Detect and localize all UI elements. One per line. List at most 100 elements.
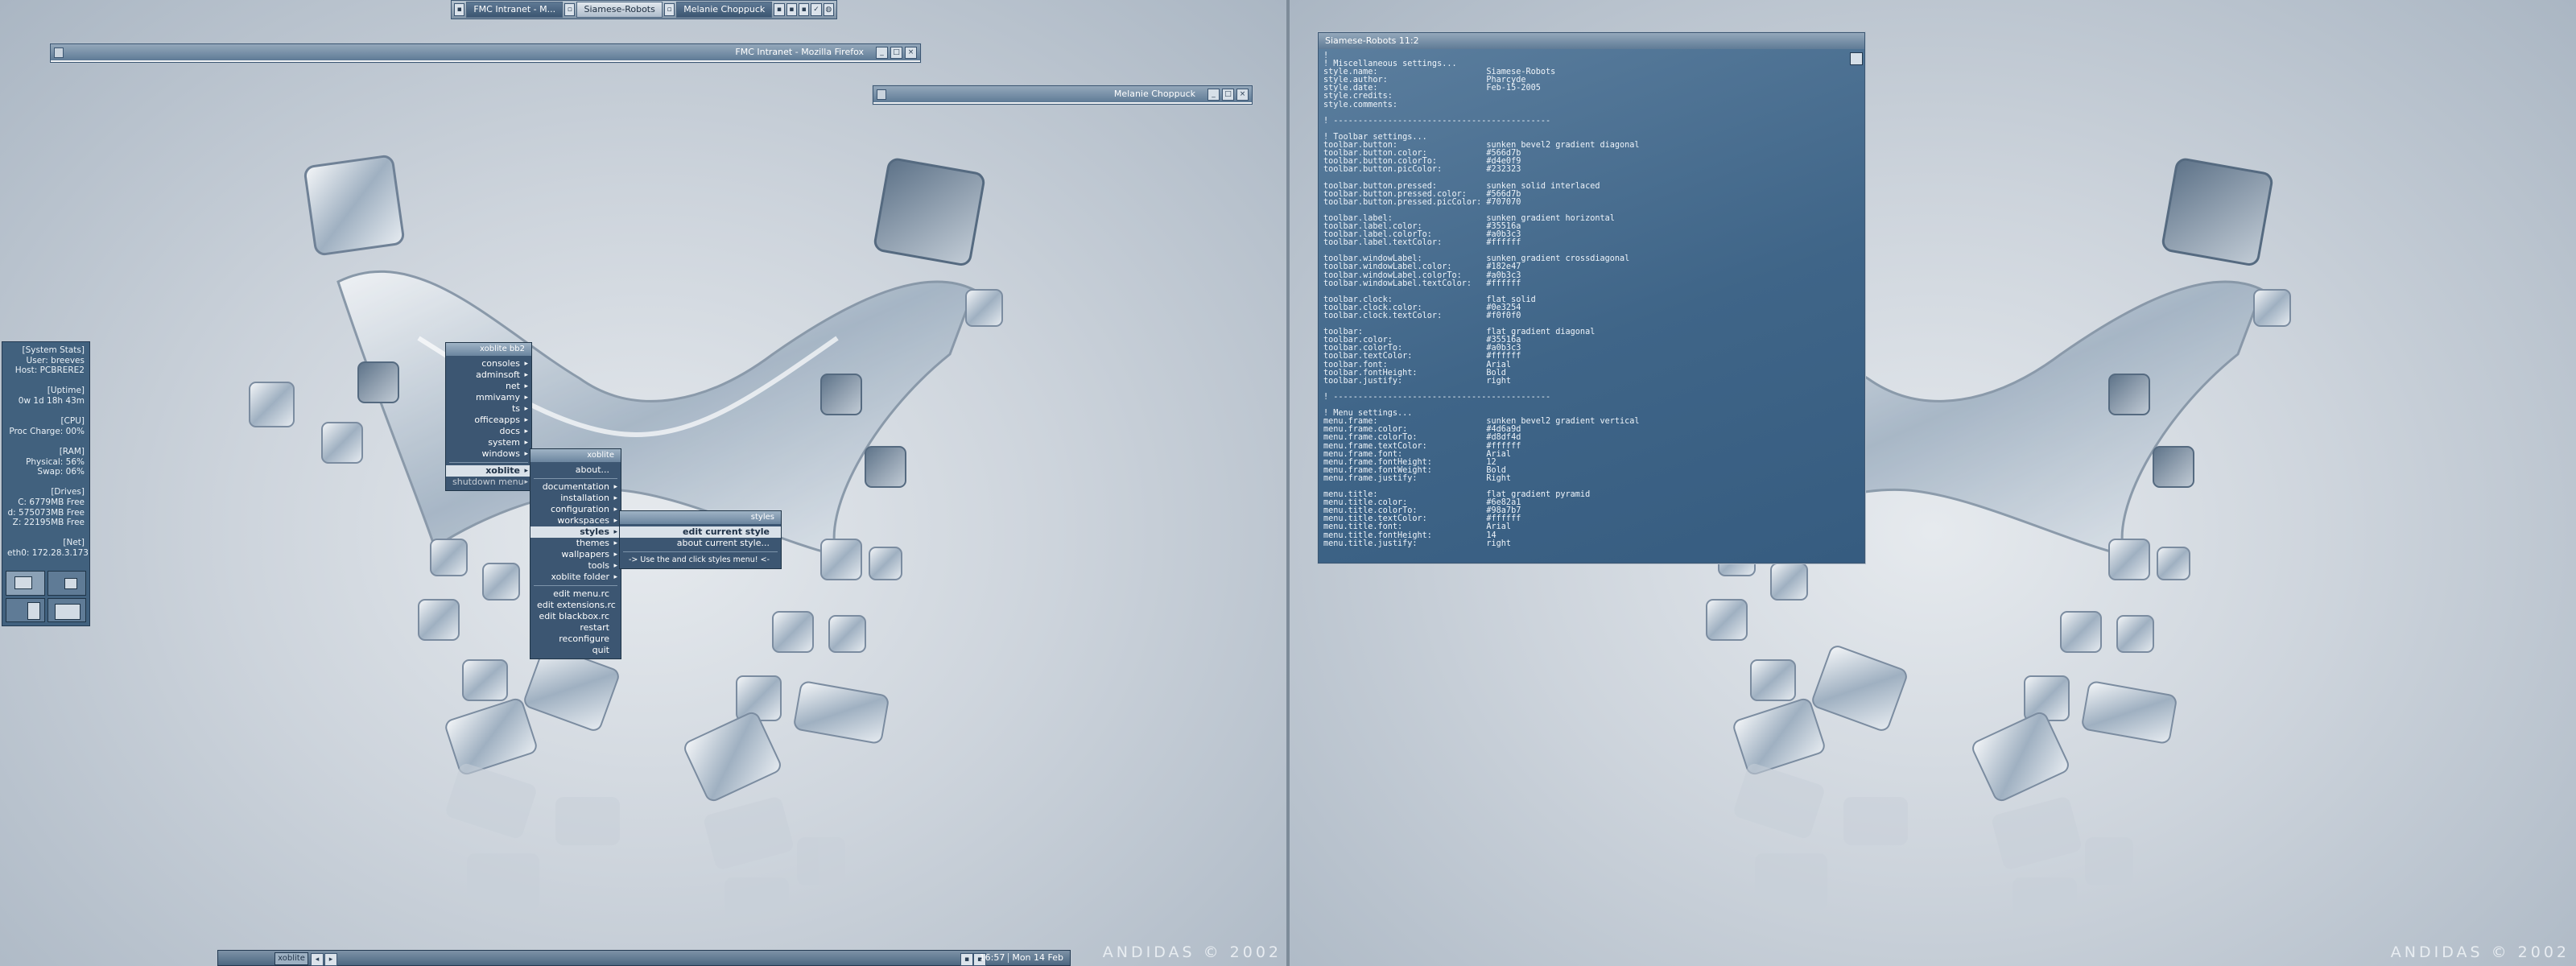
menu-item-officeapps[interactable]: officeapps bbox=[446, 415, 531, 426]
stats-line: C: 6779MB Free bbox=[18, 497, 85, 507]
taskbar-menu-icon[interactable]: ▪ bbox=[454, 3, 465, 16]
menu-item-documentation[interactable]: documentation bbox=[530, 481, 621, 493]
firefox-window[interactable]: FMC Intranet - Mozilla Firefox _ □ × bbox=[50, 43, 921, 63]
stats-line: User: breeves bbox=[26, 355, 85, 365]
bottom-toolbar[interactable]: xoblite ◂ ▸ ▪ ▪ 16:57 Mon 14 Feb bbox=[217, 950, 1071, 966]
menu-item-edit-menu[interactable]: edit menu.rc bbox=[530, 588, 621, 600]
menu-item-quit[interactable]: quit bbox=[530, 645, 621, 656]
menu-item-edit-current-style[interactable]: edit current style bbox=[620, 526, 781, 538]
left-desktop[interactable]: FMC Intranet - Mozilla Firefox _ □ × Mel… bbox=[0, 0, 1288, 966]
melanie-titlebar[interactable]: Melanie Choppuck _ □ × bbox=[873, 86, 1252, 102]
monitor-divider bbox=[1286, 0, 1290, 966]
menu-item-ts[interactable]: ts bbox=[446, 403, 531, 415]
maximize-icon[interactable]: □ bbox=[1222, 89, 1234, 101]
menu-item-wallpapers[interactable]: wallpapers bbox=[530, 549, 621, 560]
next-workspace-icon[interactable]: ▸ bbox=[324, 953, 337, 966]
tray-icon-2[interactable]: ▪ bbox=[786, 3, 797, 16]
terminal-window-title: Siamese-Robots 11:2 bbox=[1325, 35, 1419, 46]
window-menu-icon[interactable] bbox=[54, 47, 64, 58]
terminal-window[interactable]: Siamese-Robots 11:2 ! ! Miscellaneous se… bbox=[1318, 32, 1865, 564]
maximize-icon[interactable]: □ bbox=[890, 47, 902, 59]
root-menu-title: xoblite bb2 bbox=[446, 343, 531, 356]
workspace-label[interactable]: xoblite bbox=[275, 952, 308, 965]
stats-line: [CPU] bbox=[60, 416, 85, 427]
stats-line: [Net] bbox=[63, 538, 85, 548]
terminal-text[interactable]: ! ! Miscellaneous settings... style.name… bbox=[1319, 49, 1864, 551]
menu-item-shutdown[interactable]: shutdown menu bbox=[446, 477, 531, 488]
root-menu[interactable]: xoblite bb2 consoles adminsoft net mmiva… bbox=[445, 342, 532, 491]
menu-item-mmivamy[interactable]: mmivamy bbox=[446, 392, 531, 403]
menu-item-net[interactable]: net bbox=[446, 381, 531, 392]
terminal-body[interactable]: ! ! Miscellaneous settings... style.name… bbox=[1319, 49, 1864, 563]
close-icon[interactable]: × bbox=[905, 47, 917, 59]
menu-item-workspaces[interactable]: workspaces bbox=[530, 515, 621, 526]
menu-item-xoblite-folder[interactable]: xoblite folder bbox=[530, 572, 621, 583]
minimize-icon[interactable]: _ bbox=[876, 47, 888, 59]
menu-separator bbox=[534, 585, 617, 586]
menu-item-about[interactable]: about... bbox=[530, 464, 621, 476]
menu-item-themes[interactable]: themes bbox=[530, 538, 621, 549]
menu-item-docs[interactable]: docs bbox=[446, 426, 531, 437]
firefox-window-title: FMC Intranet - Mozilla Firefox bbox=[735, 47, 864, 57]
stats-line: Swap: 06% bbox=[37, 467, 85, 477]
tray-icon-3[interactable]: ▪ bbox=[798, 3, 810, 16]
styles-menu-title: styles bbox=[620, 511, 781, 524]
clock-date: Mon 14 Feb bbox=[1012, 952, 1063, 963]
xoblite-menu[interactable]: xoblite about... documentation installat… bbox=[530, 448, 621, 659]
tray-icon-4[interactable]: ✓ bbox=[811, 3, 822, 16]
stats-line bbox=[2, 528, 89, 539]
prev-workspace-icon[interactable]: ◂ bbox=[311, 953, 324, 966]
menu-separator bbox=[623, 551, 778, 552]
menu-item-restart[interactable]: restart bbox=[530, 622, 621, 634]
task-siamese-robots[interactable]: Siamese-Robots bbox=[576, 2, 663, 18]
task-melanie[interactable]: Melanie Choppuck bbox=[676, 2, 773, 18]
workspace-1[interactable] bbox=[6, 571, 45, 596]
stats-line: Proc Charge: 00% bbox=[9, 426, 85, 436]
menu-item-installation[interactable]: installation bbox=[530, 493, 621, 504]
task-icon: ▫ bbox=[663, 3, 675, 16]
close-icon[interactable]: × bbox=[1236, 89, 1249, 101]
menu-item-about-current-style[interactable]: about current style... bbox=[620, 538, 781, 549]
menu-item-windows[interactable]: windows bbox=[446, 448, 531, 460]
menu-item-tools[interactable]: tools bbox=[530, 560, 621, 572]
top-taskbar[interactable]: ▪ FMC Intranet - M... ▫ Siamese-Robots ▫… bbox=[451, 0, 837, 19]
stats-line: Z: 22195MB Free bbox=[12, 518, 85, 528]
clock-time: 16:57 bbox=[979, 952, 1005, 963]
task-icon: ▫ bbox=[564, 3, 576, 16]
melanie-window[interactable]: Melanie Choppuck _ □ × bbox=[873, 85, 1253, 105]
tray-icon-5[interactable]: ◍ bbox=[823, 3, 835, 16]
clock: 16:57 Mon 14 Feb bbox=[980, 952, 1063, 964]
styles-menu[interactable]: styles edit current style about current … bbox=[619, 510, 782, 569]
menu-item-xoblite[interactable]: xoblite bbox=[446, 465, 531, 477]
stats-line: Host: PCBRERE2 bbox=[14, 365, 85, 376]
menu-item-system[interactable]: system bbox=[446, 437, 531, 448]
workspace-4[interactable] bbox=[47, 597, 86, 622]
menu-item-edit-extensions[interactable]: edit extensions.rc bbox=[530, 600, 621, 611]
stats-line: 0w 1d 18h 43m bbox=[18, 395, 85, 406]
window-menu-icon[interactable] bbox=[877, 89, 886, 100]
stats-line bbox=[2, 376, 89, 386]
minimize-icon[interactable]: _ bbox=[1208, 89, 1220, 101]
menu-item-reconfigure[interactable]: reconfigure bbox=[530, 634, 621, 645]
menu-separator bbox=[534, 478, 617, 479]
menu-item-styles-hint[interactable]: -> Use the and click styles menu! <- bbox=[620, 555, 781, 566]
menu-item-consoles[interactable]: consoles bbox=[446, 358, 531, 369]
menu-item-styles[interactable]: styles bbox=[530, 526, 621, 538]
xoblite-menu-title: xoblite bbox=[530, 449, 621, 462]
scrollbar-icon[interactable] bbox=[1850, 52, 1863, 65]
terminal-titlebar[interactable]: Siamese-Robots 11:2 bbox=[1319, 33, 1864, 49]
workspace-2[interactable] bbox=[47, 571, 86, 596]
menu-item-configuration[interactable]: configuration bbox=[530, 504, 621, 515]
menu-item-edit-blackbox[interactable]: edit blackbox.rc bbox=[530, 611, 621, 622]
stats-line bbox=[2, 407, 89, 417]
tray-icon-1[interactable]: ▪ bbox=[774, 3, 785, 16]
task-firefox[interactable]: FMC Intranet - M... bbox=[466, 2, 564, 18]
firefox-titlebar[interactable]: FMC Intranet - Mozilla Firefox _ □ × bbox=[51, 44, 920, 60]
stats-line: [Uptime] bbox=[47, 386, 85, 396]
tray-icon-1[interactable]: ▪ bbox=[960, 953, 973, 966]
workspace-3[interactable] bbox=[6, 597, 45, 622]
workspace-pager[interactable] bbox=[6, 571, 86, 622]
menu-separator bbox=[449, 462, 528, 463]
stats-line: [RAM] bbox=[59, 446, 85, 456]
menu-item-adminsoft[interactable]: adminsoft bbox=[446, 369, 531, 381]
